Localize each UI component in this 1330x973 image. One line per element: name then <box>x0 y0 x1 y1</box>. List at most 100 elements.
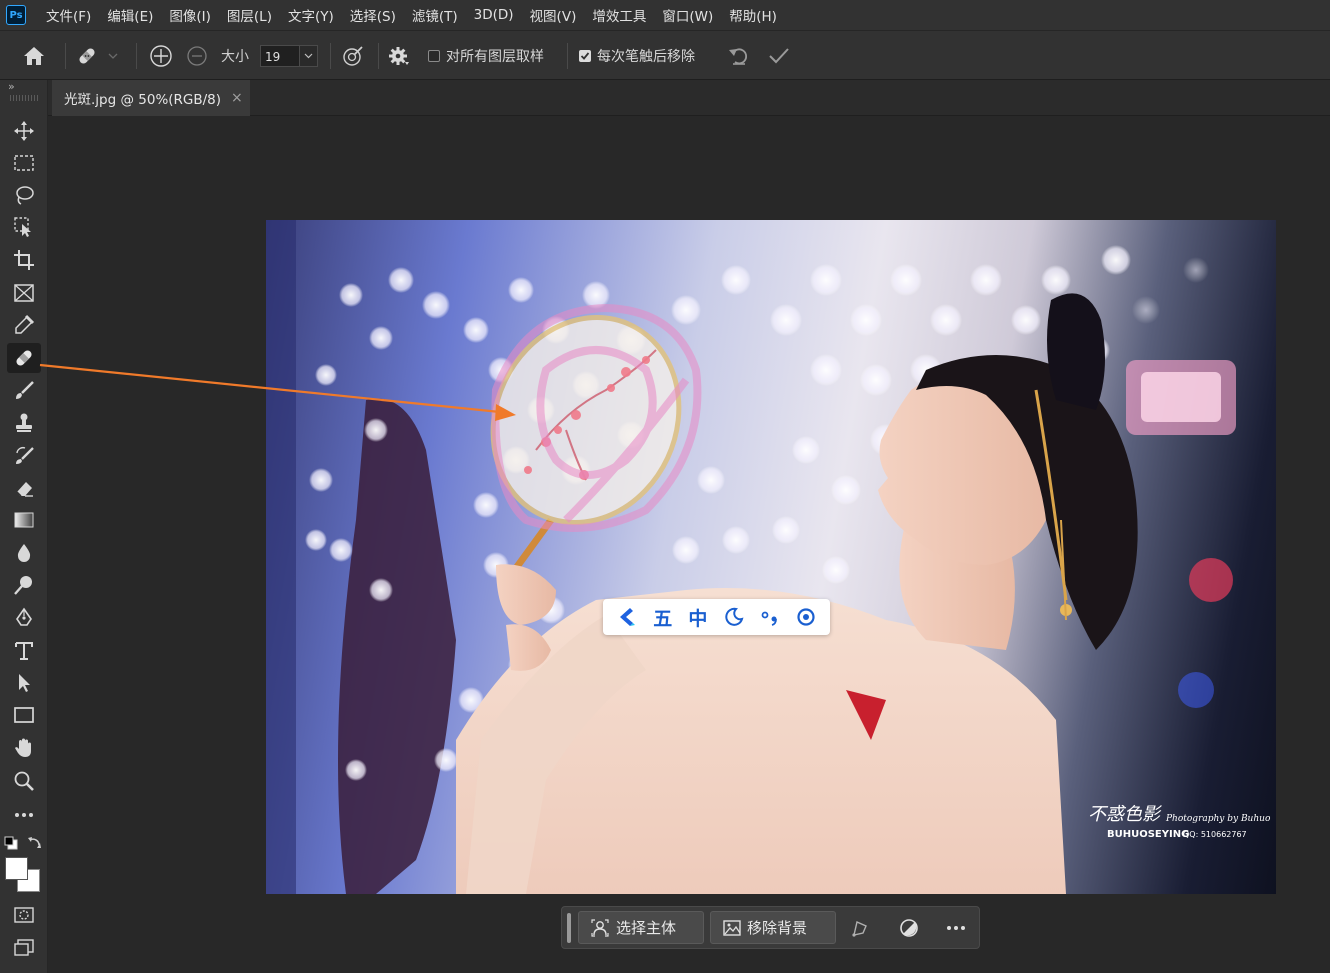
photoshop-logo-icon[interactable]: Ps <box>6 5 26 25</box>
menu-select[interactable]: 选择(S) <box>342 5 404 25</box>
remove-background-button[interactable]: 移除背景 <box>710 911 836 944</box>
sample-all-layers-option[interactable]: 对所有图层取样 <box>428 31 544 80</box>
move-tool[interactable] <box>7 116 41 146</box>
check-icon <box>580 51 590 60</box>
ime-wubi-button[interactable]: 五 <box>653 604 672 631</box>
size-input[interactable]: 19 <box>260 44 300 67</box>
document-tab[interactable]: 光斑.jpg @ 50%(RGB/8) × <box>52 80 250 116</box>
sample-all-layers-label: 对所有图层取样 <box>446 48 544 65</box>
check-icon <box>769 47 789 63</box>
crop-tool[interactable] <box>7 245 41 275</box>
history-brush-icon <box>16 446 34 464</box>
screen-mode-button[interactable] <box>7 933 41 963</box>
crosshair-icon <box>150 44 172 67</box>
remove-after-stroke-option[interactable]: 每次笔触后移除 <box>579 31 695 80</box>
hand-tool[interactable] <box>7 733 41 763</box>
ime-logo-icon[interactable] <box>617 606 637 628</box>
tool-preset-picker[interactable] <box>76 31 118 80</box>
menu-edit[interactable]: 编辑(E) <box>99 5 161 25</box>
swap-arrows-icon <box>28 837 41 848</box>
zoom-tool[interactable] <box>7 766 41 796</box>
pen-tool[interactable] <box>7 603 41 633</box>
water-drop-icon <box>17 544 31 562</box>
gradient-icon <box>14 512 34 528</box>
watermark-credit: Photography by Buhuo <box>1165 814 1271 824</box>
menu-file[interactable]: 文件(F) <box>38 5 99 25</box>
adjustment-layer-button[interactable] <box>898 917 920 939</box>
remove-after-stroke-label: 每次笔触后移除 <box>597 48 695 65</box>
hand-icon <box>15 738 31 757</box>
undo-icon <box>729 48 748 65</box>
brush-tool[interactable] <box>7 376 41 406</box>
foreground-color-swatch[interactable] <box>5 857 28 880</box>
eraser-tool[interactable] <box>7 473 41 503</box>
eyedropper-icon <box>15 314 35 334</box>
mode-button-subtract[interactable] <box>186 31 208 80</box>
gradient-tool[interactable] <box>7 505 41 535</box>
ime-chinese-mode-button[interactable]: 中 <box>688 604 707 631</box>
rectangle-tool[interactable] <box>7 700 41 730</box>
more-options-button[interactable] <box>945 917 967 939</box>
watermark-qq: QQ: 510662767 <box>1183 830 1247 839</box>
size-label: 大小 <box>221 48 249 65</box>
swap-colors-button[interactable] <box>27 835 43 855</box>
quick-mask-button[interactable] <box>7 900 41 930</box>
menu-bar: Ps 文件(F) 编辑(E) 图像(I) 图层(L) 文字(Y) 选择(S) 滤… <box>0 0 1330 30</box>
menu-3d[interactable]: 3D(D) <box>466 7 522 23</box>
bandage-icon <box>79 47 95 64</box>
home-button[interactable] <box>22 31 46 80</box>
marquee-tool[interactable] <box>7 148 41 178</box>
frame-tool[interactable] <box>7 278 41 308</box>
object-selection-icon <box>14 217 31 237</box>
cancel-stroke-button[interactable] <box>727 31 751 80</box>
sample-all-layers-checkbox[interactable] <box>428 49 440 62</box>
frame-icon <box>14 284 34 302</box>
moon-icon[interactable] <box>724 607 744 627</box>
punctuation-icon[interactable] <box>760 607 780 627</box>
type-tool[interactable] <box>7 636 41 666</box>
dodge-tool[interactable] <box>7 570 41 600</box>
menu-image[interactable]: 图像(I) <box>161 5 219 25</box>
settings-button[interactable] <box>388 31 410 80</box>
ime-settings-icon[interactable] <box>796 607 816 627</box>
close-icon[interactable]: × <box>231 90 243 106</box>
spot-healing-brush-tool[interactable] <box>7 343 41 373</box>
menu-help[interactable]: 帮助(H) <box>721 5 785 25</box>
chevron-down-icon <box>108 53 118 59</box>
remove-background-label: 移除背景 <box>747 919 808 937</box>
menu-layer[interactable]: 图层(L) <box>219 5 280 25</box>
menu-view[interactable]: 视图(V) <box>522 5 585 25</box>
select-subject-label: 选择主体 <box>616 919 677 937</box>
default-colors-icon <box>4 836 18 850</box>
menu-plugins[interactable]: 增效工具 <box>584 5 654 25</box>
size-dropdown[interactable] <box>300 44 318 67</box>
options-bar: 大小 19 对所有图层取样 每次笔触后移除 <box>0 30 1330 80</box>
type-icon <box>15 642 33 660</box>
blur-tool[interactable] <box>7 538 41 568</box>
edit-toolbar-button[interactable] <box>7 800 41 830</box>
history-brush-tool[interactable] <box>7 441 41 471</box>
commit-stroke-button[interactable] <box>768 31 790 80</box>
task-bar-grip[interactable] <box>567 913 571 943</box>
panel-grip[interactable] <box>10 95 38 101</box>
lasso-tool[interactable] <box>7 180 41 210</box>
default-colors-button[interactable] <box>4 836 18 850</box>
object-selection-tool[interactable] <box>7 212 41 242</box>
refine-selection-button[interactable] <box>850 917 872 939</box>
clone-stamp-tool[interactable] <box>7 408 41 438</box>
lasso-pen-icon <box>852 921 867 937</box>
menu-filter[interactable]: 滤镜(T) <box>404 5 466 25</box>
menu-type[interactable]: 文字(Y) <box>280 5 342 25</box>
stamp-icon <box>16 413 32 432</box>
watermark-script: 不惑色影 <box>1088 804 1162 825</box>
pressure-size-button[interactable] <box>342 31 364 80</box>
remove-after-stroke-checkbox[interactable] <box>579 49 591 62</box>
mode-button-add[interactable] <box>149 31 173 80</box>
menu-window[interactable]: 窗口(W) <box>654 5 721 25</box>
select-subject-button[interactable]: 选择主体 <box>578 911 704 944</box>
document-canvas[interactable]: 不惑色影 Photography by Buhuo BUHUOSEYING QQ… <box>266 220 1276 894</box>
rectangle-icon <box>14 707 34 723</box>
eyedropper-tool[interactable] <box>7 310 41 340</box>
path-selection-tool[interactable] <box>7 668 41 698</box>
collapse-panel-icon[interactable]: » <box>8 80 15 93</box>
